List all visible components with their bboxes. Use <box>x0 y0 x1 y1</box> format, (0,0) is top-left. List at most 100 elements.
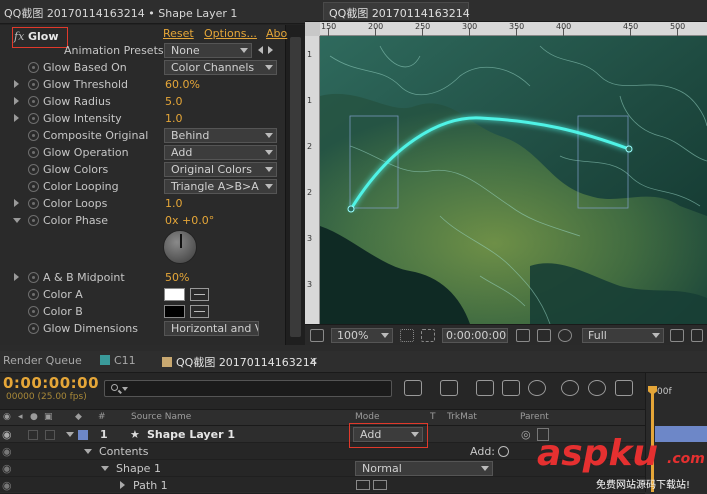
zoom-dropdown[interactable]: 100% <box>331 328 393 343</box>
property-dropdown[interactable]: Original Colors <box>164 162 277 177</box>
expand-triangle-icon[interactable] <box>14 97 19 105</box>
color-icon[interactable] <box>558 329 572 342</box>
search-dropdown-icon[interactable] <box>122 387 128 391</box>
column-parent[interactable]: Parent <box>520 412 549 422</box>
stopwatch-icon[interactable] <box>28 79 39 90</box>
close-tab-icon[interactable]: × <box>309 354 318 371</box>
stopwatch-icon[interactable] <box>28 164 39 175</box>
lock-icon[interactable]: ▣ <box>44 412 53 422</box>
property-row[interactable]: Glow Operation Add <box>0 144 285 161</box>
property-row[interactable]: Color A <box>0 286 285 303</box>
stopwatch-icon[interactable] <box>28 306 39 317</box>
layer-duration-bar[interactable] <box>655 426 707 442</box>
brainstorm-icon[interactable] <box>588 380 606 396</box>
column-trkmat[interactable]: TrkMat <box>447 412 477 422</box>
stopwatch-icon[interactable] <box>28 272 39 283</box>
property-row[interactable]: Glow Radius 5.0 <box>0 93 285 110</box>
composition-canvas[interactable] <box>320 36 707 324</box>
audio-icon[interactable]: ◂ <box>18 412 23 422</box>
property-value[interactable]: 5.0 <box>165 95 183 108</box>
expand-triangle-icon[interactable] <box>14 80 19 88</box>
visibility-eye-icon[interactable]: ◉ <box>2 479 12 492</box>
path-row[interactable]: ◉ Path 1 <box>0 477 645 494</box>
tab-render-queue[interactable]: Render Queue <box>3 354 82 371</box>
property-value[interactable]: 0x +0.0° <box>165 214 214 227</box>
property-row[interactable]: Composite Original Behind <box>0 127 285 144</box>
timeline-search-input[interactable] <box>104 380 392 397</box>
region-icon[interactable] <box>670 329 684 342</box>
reset-link[interactable]: Reset <box>163 27 194 40</box>
property-value[interactable]: 1.0 <box>165 112 183 125</box>
layer-color-label[interactable] <box>78 430 88 440</box>
property-row[interactable]: Color Phase 0x +0.0° <box>0 212 285 229</box>
channel-icon[interactable] <box>537 329 551 342</box>
effect-controls-scrollbar[interactable] <box>285 25 305 345</box>
about-link[interactable]: Abo <box>266 27 287 40</box>
expand-triangle-icon[interactable] <box>14 273 19 281</box>
tab-qq-composition[interactable]: QQ截图 20170114163214 <box>162 354 317 371</box>
property-row[interactable]: Color Loops 1.0 <box>0 195 285 212</box>
ruler-left[interactable]: 1 1 2 2 3 3 <box>305 36 320 324</box>
property-value[interactable]: 50% <box>165 271 189 284</box>
property-row[interactable]: A & B Midpoint 50% <box>0 269 285 286</box>
next-preset-icon[interactable] <box>268 46 273 54</box>
stopwatch-icon[interactable] <box>28 323 39 334</box>
visibility-eye-icon[interactable]: ◉ <box>2 428 12 441</box>
layer-name[interactable]: Shape Layer 1 <box>147 428 235 441</box>
color-phase-dial[interactable] <box>163 230 197 264</box>
stopwatch-icon[interactable] <box>28 130 39 141</box>
composition-viewport[interactable] <box>320 36 707 324</box>
color-a-swatch[interactable] <box>164 288 185 301</box>
live-update-icon[interactable] <box>615 380 633 396</box>
shape-mode-dropdown[interactable]: Normal <box>355 461 493 476</box>
path-reverse-icon[interactable] <box>373 480 387 490</box>
preview-icon[interactable] <box>310 329 324 342</box>
safe-areas-icon[interactable] <box>400 329 414 342</box>
collapse-triangle-icon[interactable] <box>13 218 21 223</box>
motion-blur-icon[interactable] <box>528 380 546 396</box>
stopwatch-icon[interactable] <box>28 96 39 107</box>
stopwatch-icon[interactable] <box>28 181 39 192</box>
frame-blending-icon[interactable] <box>502 380 520 396</box>
shape-expand-icon[interactable] <box>101 466 109 471</box>
label-icon[interactable]: ◆ <box>75 412 82 422</box>
animation-presets-dropdown[interactable]: None <box>164 43 252 58</box>
stopwatch-icon[interactable] <box>28 113 39 124</box>
color-b-swatch[interactable] <box>164 305 185 318</box>
expand-triangle-icon[interactable] <box>14 114 19 122</box>
property-row[interactable]: Glow Based On Color Channels <box>0 59 285 76</box>
pickwhip-icon[interactable]: ◎ <box>521 428 531 441</box>
property-row[interactable]: Glow Dimensions Horizontal and Vertical <box>0 320 285 337</box>
add-content-icon[interactable] <box>498 446 509 457</box>
property-dropdown[interactable]: Color Channels <box>164 60 277 75</box>
eyedropper-icon[interactable] <box>190 305 209 318</box>
options-link[interactable]: Options... <box>204 27 257 40</box>
stopwatch-icon[interactable] <box>28 198 39 209</box>
stopwatch-icon[interactable] <box>28 215 39 226</box>
property-row[interactable]: Glow Threshold 60.0% <box>0 76 285 93</box>
stopwatch-icon[interactable] <box>28 147 39 158</box>
eyedropper-icon[interactable] <box>190 288 209 301</box>
contents-expand-icon[interactable] <box>84 449 92 454</box>
property-row[interactable]: Glow Colors Original Colors <box>0 161 285 178</box>
solo-checkbox[interactable] <box>28 430 38 440</box>
visibility-eye-icon[interactable]: ◉ <box>2 462 12 475</box>
solo-icon[interactable]: ● <box>30 412 38 422</box>
property-value[interactable]: 60.0% <box>165 78 200 91</box>
layer-expand-icon[interactable] <box>66 432 74 437</box>
draft-3d-icon[interactable] <box>440 380 458 396</box>
expand-triangle-icon[interactable] <box>14 199 19 207</box>
current-time-field[interactable]: 0:00:00:00 <box>442 328 508 343</box>
property-dropdown[interactable]: Add <box>164 145 277 160</box>
grid-icon[interactable] <box>421 329 435 342</box>
visibility-eye-icon[interactable]: ◉ <box>2 445 12 458</box>
stopwatch-icon[interactable] <box>28 289 39 300</box>
resolution-dropdown[interactable]: Full <box>582 328 664 343</box>
column-mode[interactable]: Mode <box>355 412 380 422</box>
property-dropdown[interactable]: Horizontal and Vertical <box>164 321 259 336</box>
column-source-name[interactable]: Source Name <box>131 412 191 422</box>
camera-icon[interactable] <box>516 329 530 342</box>
scrollbar-thumb[interactable] <box>290 37 301 337</box>
eye-icon[interactable]: ◉ <box>3 412 11 422</box>
property-row[interactable]: Glow Intensity 1.0 <box>0 110 285 127</box>
